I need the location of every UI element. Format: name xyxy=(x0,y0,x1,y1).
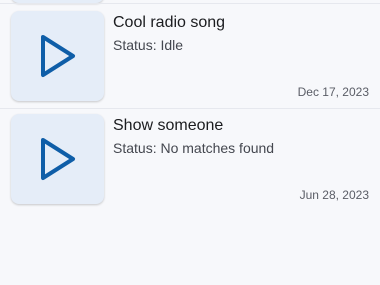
song-date: Jun 28, 2023 xyxy=(299,188,369,202)
list-item[interactable]: Show someone Status: No matches found Ju… xyxy=(0,110,380,214)
list-divider xyxy=(0,3,380,4)
recognition-history-screen: Cool radio song Status: Idle Dec 17, 202… xyxy=(0,0,380,285)
song-title: Cool radio song xyxy=(113,14,226,31)
list-divider xyxy=(0,108,380,109)
play-icon xyxy=(40,138,75,180)
song-status: Status: No matches found xyxy=(113,140,275,156)
song-thumbnail[interactable] xyxy=(11,114,104,204)
list-item[interactable]: Cool radio song Status: Idle Dec 17, 202… xyxy=(0,7,380,111)
song-thumbnail[interactable] xyxy=(11,11,104,101)
song-status: Status: Idle xyxy=(113,37,184,53)
song-date: Dec 17, 2023 xyxy=(297,85,369,99)
song-title: Show someone xyxy=(113,117,224,134)
play-icon xyxy=(40,35,75,77)
